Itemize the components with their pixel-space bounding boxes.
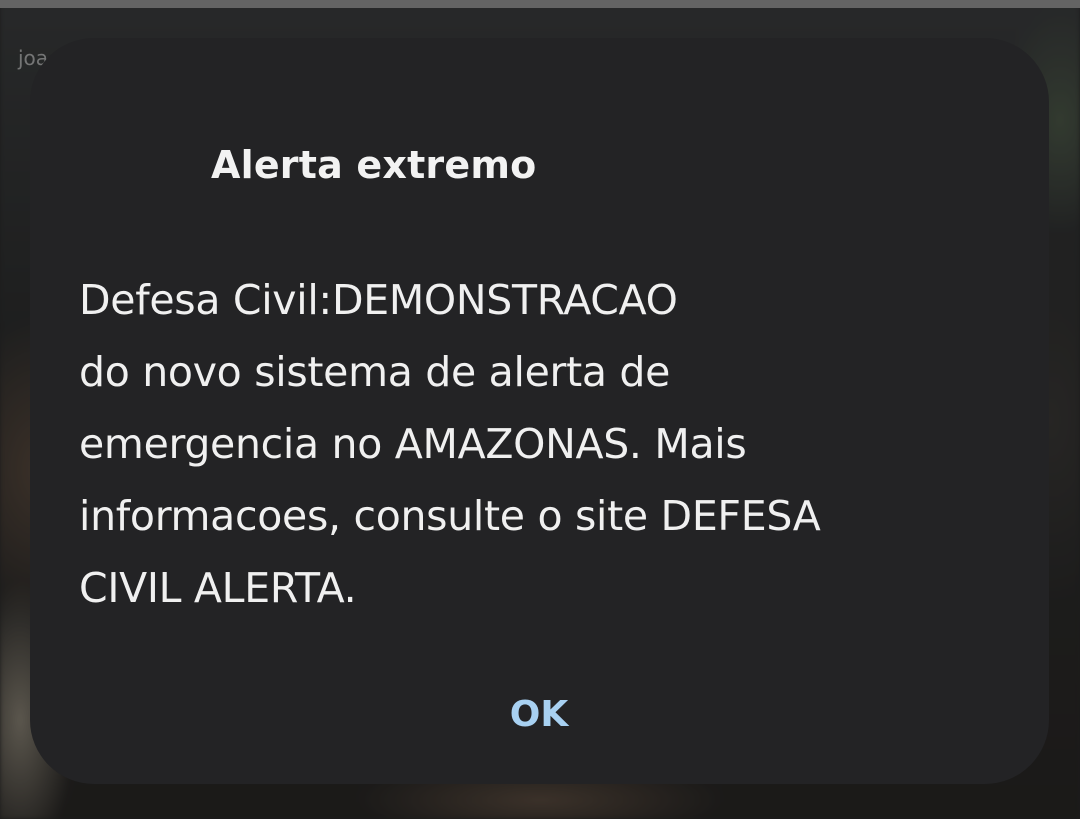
alert-message: Defesa Civil:DEMONSTRACAO do novo sistem…	[79, 276, 821, 612]
emergency-alert-dialog: Alerta extremo Defesa Civil:DEMONSTRACAO…	[30, 38, 1049, 784]
ok-button[interactable]: OK	[489, 682, 589, 746]
alert-title: Alerta extremo	[211, 143, 537, 187]
